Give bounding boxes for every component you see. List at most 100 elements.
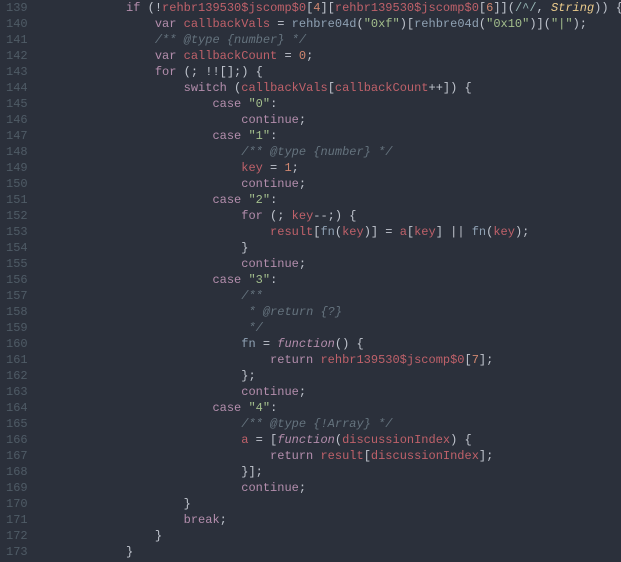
- code-line[interactable]: var callbackVals = rehbre04d("0xf")[rehb…: [40, 16, 621, 32]
- code-line[interactable]: continue;: [40, 112, 621, 128]
- code-line[interactable]: }: [40, 528, 621, 544]
- code-line[interactable]: /**: [40, 288, 621, 304]
- token-plain: [: [465, 353, 472, 367]
- code-line[interactable]: result[fn(key)] = a[key] || fn(key);: [40, 224, 621, 240]
- line-number: 152: [6, 208, 28, 224]
- token-kw: case: [212, 273, 241, 287]
- line-number: 168: [6, 464, 28, 480]
- code-line[interactable]: continue;: [40, 384, 621, 400]
- code-line[interactable]: }: [40, 544, 621, 560]
- code-line[interactable]: return rehbr139530$jscomp$0[7];: [40, 352, 621, 368]
- token-kw: return: [270, 449, 313, 463]
- token-plain: [40, 113, 242, 127]
- code-line[interactable]: fn = function() {: [40, 336, 621, 352]
- token-plain: [40, 401, 213, 415]
- token-plain: [40, 193, 213, 207]
- code-line[interactable]: continue;: [40, 480, 621, 496]
- code-line[interactable]: }: [40, 240, 621, 256]
- token-plain: ;: [292, 161, 299, 175]
- code-line[interactable]: };: [40, 368, 621, 384]
- token-fn: rehbre04d: [292, 17, 357, 31]
- code-line[interactable]: case "3":: [40, 272, 621, 288]
- token-plain: ;: [306, 49, 313, 63]
- token-kw: continue: [241, 257, 299, 271]
- token-plain: )) {: [594, 1, 621, 15]
- token-kw: var: [155, 49, 177, 63]
- line-number: 140: [6, 16, 28, 32]
- token-num: 7: [472, 353, 479, 367]
- token-var: key: [414, 225, 436, 239]
- code-line[interactable]: case "1":: [40, 128, 621, 144]
- code-area[interactable]: if (!rehbr139530$jscomp$0[4][rehbr139530…: [40, 0, 621, 562]
- token-kw: continue: [241, 113, 299, 127]
- code-line[interactable]: * @return {?}: [40, 304, 621, 320]
- token-plain: ];: [479, 449, 493, 463]
- code-line[interactable]: for (; key--;) {: [40, 208, 621, 224]
- token-com: /** @type {number} */: [155, 33, 306, 47]
- code-line[interactable]: a = [function(discussionIndex) {: [40, 432, 621, 448]
- token-plain: :: [270, 129, 277, 143]
- code-line[interactable]: var callbackCount = 0;: [40, 48, 621, 64]
- token-plain: (: [356, 17, 363, 31]
- line-number: 157: [6, 288, 28, 304]
- token-plain: [40, 417, 242, 431]
- token-fn: fn: [472, 225, 486, 239]
- code-line[interactable]: /** @type {number} */: [40, 144, 621, 160]
- token-str: "|": [551, 17, 573, 31]
- code-line[interactable]: /** @type {!Array} */: [40, 416, 621, 432]
- line-number: 167: [6, 448, 28, 464]
- token-plain: [40, 129, 213, 143]
- code-line[interactable]: continue;: [40, 176, 621, 192]
- line-number: 172: [6, 528, 28, 544]
- token-var: callbackCount: [335, 81, 429, 95]
- line-number: 143: [6, 64, 28, 80]
- token-plain: ;: [299, 257, 306, 271]
- token-var: key: [493, 225, 515, 239]
- code-line[interactable]: continue;: [40, 256, 621, 272]
- token-var: rehbr139530$jscomp$0: [162, 1, 306, 15]
- code-line[interactable]: return result[discussionIndex];: [40, 448, 621, 464]
- token-str: "1": [248, 129, 270, 143]
- token-plain: [40, 17, 155, 31]
- token-kw: case: [212, 129, 241, 143]
- token-var: key: [342, 225, 364, 239]
- line-number: 141: [6, 32, 28, 48]
- line-number: 162: [6, 368, 28, 384]
- code-line[interactable]: }: [40, 496, 621, 512]
- token-plain: [40, 257, 242, 271]
- token-plain: (; !![];) {: [176, 65, 262, 79]
- token-plain: (: [335, 433, 342, 447]
- token-plain: [40, 481, 242, 495]
- token-com: /** @type {number} */: [241, 145, 392, 159]
- line-number: 139: [6, 0, 28, 16]
- line-number: 151: [6, 192, 28, 208]
- code-line[interactable]: case "4":: [40, 400, 621, 416]
- code-line[interactable]: for (; !![];) {: [40, 64, 621, 80]
- token-plain: (;: [263, 209, 292, 223]
- line-number: 148: [6, 144, 28, 160]
- code-line[interactable]: case "2":: [40, 192, 621, 208]
- line-number: 149: [6, 160, 28, 176]
- token-fn: rehbre04d: [414, 17, 479, 31]
- line-number: 156: [6, 272, 28, 288]
- code-line[interactable]: /** @type {number} */: [40, 32, 621, 48]
- token-plain: [40, 385, 242, 399]
- code-line[interactable]: */: [40, 320, 621, 336]
- code-line[interactable]: switch (callbackVals[callbackCount++]) {: [40, 80, 621, 96]
- token-plain: =: [270, 17, 292, 31]
- code-line[interactable]: break;: [40, 512, 621, 528]
- token-plain: ][: [320, 1, 334, 15]
- line-number: 171: [6, 512, 28, 528]
- token-plain: [40, 65, 155, 79]
- code-line[interactable]: }];: [40, 464, 621, 480]
- code-line[interactable]: if (!rehbr139530$jscomp$0[4][rehbr139530…: [40, 0, 621, 16]
- code-line[interactable]: case "0":: [40, 96, 621, 112]
- line-number: 159: [6, 320, 28, 336]
- token-com: */: [248, 321, 262, 335]
- token-plain: [40, 177, 242, 191]
- token-plain: =: [277, 49, 299, 63]
- code-line[interactable]: key = 1;: [40, 160, 621, 176]
- token-kw: continue: [241, 177, 299, 191]
- token-kw: case: [212, 97, 241, 111]
- token-var: callbackVals: [241, 81, 327, 95]
